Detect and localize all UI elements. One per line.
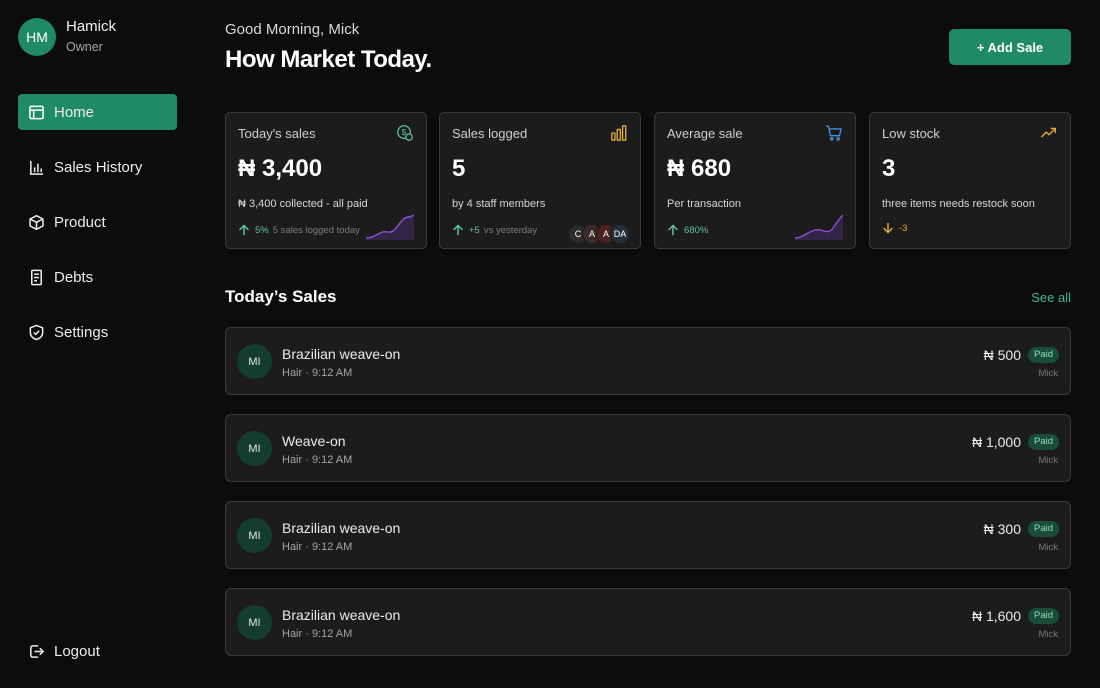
sidebar-item-sales-history[interactable]: Sales History <box>18 149 177 185</box>
sale-amount: ₦ 1,600 <box>971 608 1021 624</box>
arrow-up-icon <box>453 224 463 236</box>
user-profile[interactable]: HM Hamick Owner <box>18 18 116 56</box>
stat-card-title: Average sale <box>667 126 743 141</box>
avatar: HM <box>18 18 56 56</box>
sidebar: HM Hamick Owner Home Sales History Produ… <box>0 0 196 688</box>
sidebar-item-label: Sales History <box>54 158 143 176</box>
trend-value: +5 <box>469 224 480 236</box>
stat-card-subtitle: by 4 staff members <box>452 198 546 210</box>
money-icon: $ <box>397 125 413 141</box>
trend-value: -3 <box>899 222 908 234</box>
see-all-link[interactable]: See all <box>1031 290 1071 305</box>
shield-icon <box>29 324 44 340</box>
main-nav: Home Sales History Product Debts Setting… <box>18 94 177 369</box>
sale-meta: Hair · 9:12 AM <box>282 628 353 640</box>
greeting-text: Good Morning, Mick <box>225 21 360 38</box>
page-title: How Market Today. <box>225 46 432 73</box>
svg-text:$: $ <box>402 128 407 137</box>
sale-meta: Hair · 9:12 AM <box>282 367 353 379</box>
sidebar-item-label: Debts <box>54 268 94 286</box>
add-sale-button[interactable]: + Add Sale <box>949 29 1071 65</box>
logout-button[interactable]: Logout <box>18 633 177 669</box>
stat-card-trend: +5 vs yesterday <box>452 224 537 236</box>
sidebar-item-settings[interactable]: Settings <box>18 314 177 350</box>
sale-amount: ₦ 1,000 <box>971 434 1021 450</box>
stat-card-value: ₦ 3,400 <box>238 155 323 182</box>
stat-card-value: 5 <box>452 155 466 182</box>
staff-avatar: DA <box>610 224 630 244</box>
trend-value: 5% <box>255 224 269 236</box>
trend-note: vs yesterday <box>483 224 538 236</box>
sale-product-name: Brazilian weave-on <box>282 607 401 623</box>
stat-card-title: Low stock <box>882 126 940 141</box>
sale-product-name: Brazilian weave-on <box>282 520 401 536</box>
profile-name: Hamick <box>66 18 117 35</box>
status-badge: Paid <box>1027 521 1059 537</box>
stat-card-title: Today's sales <box>238 126 316 141</box>
stat-card-subtitle: three items needs restock soon <box>882 198 1035 210</box>
bar-chart-icon <box>611 125 627 141</box>
logout-icon <box>30 644 45 658</box>
sale-amount: ₦ 300 <box>983 521 1021 537</box>
sale-logged-by: Mick <box>1038 368 1058 379</box>
sale-row[interactable]: MI Brazilian weave-on Hair · 9:12 AM ₦ 5… <box>225 327 1071 395</box>
stat-card-value: 3 <box>882 155 896 182</box>
avatar: MI <box>237 344 272 379</box>
receipt-icon <box>31 269 42 285</box>
trend-value: 680% <box>684 224 709 236</box>
sparkline <box>366 214 414 240</box>
sale-meta: Hair · 9:12 AM <box>282 541 353 553</box>
box-icon <box>29 214 44 230</box>
trend-down-icon <box>1041 127 1057 138</box>
home-icon <box>29 105 44 119</box>
stat-card-value: ₦ 680 <box>667 155 732 182</box>
sale-meta: Hair · 9:12 AM <box>282 454 353 466</box>
sale-row[interactable]: MI Brazilian weave-on Hair · 9:12 AM ₦ 1… <box>225 588 1071 656</box>
sale-amount: ₦ 500 <box>983 347 1021 363</box>
staff-avatars: C A A DA <box>568 224 630 244</box>
arrow-down-icon <box>883 222 893 234</box>
cart-icon <box>825 125 842 141</box>
sale-logged-by: Mick <box>1038 629 1058 640</box>
stat-cards: Today's sales $ ₦ 3,400 ₦ 3,400 collecte… <box>225 112 1071 249</box>
sale-logged-by: Mick <box>1038 542 1058 553</box>
status-badge: Paid <box>1027 434 1059 450</box>
arrow-up-icon <box>668 224 678 236</box>
stat-card-low-stock[interactable]: Low stock 3 three items needs restock so… <box>869 112 1071 249</box>
stat-card-subtitle: ₦ 3,400 collected - all paid <box>238 198 368 210</box>
avatar: MI <box>237 605 272 640</box>
stat-card-trend: 680% <box>667 224 712 236</box>
bar-chart-icon <box>29 160 44 175</box>
profile-role: Owner <box>66 40 103 54</box>
arrow-up-icon <box>239 224 249 236</box>
sale-product-name: Brazilian weave-on <box>282 346 401 362</box>
sale-product-name: Weave-on <box>282 433 346 449</box>
stat-card-average-sale[interactable]: Average sale ₦ 680 Per transaction 680% <box>654 112 856 249</box>
sidebar-item-debts[interactable]: Debts <box>18 259 177 295</box>
sparkline <box>795 214 843 240</box>
trend-note: 5 sales logged today <box>272 224 360 236</box>
status-badge: Paid <box>1027 347 1059 363</box>
stat-card-trend: -3 <box>882 222 907 234</box>
stat-card-subtitle: Per transaction <box>667 198 741 210</box>
stat-card-todays-sales[interactable]: Today's sales $ ₦ 3,400 ₦ 3,400 collecte… <box>225 112 427 249</box>
avatar: MI <box>237 431 272 466</box>
section-title: Today’s Sales <box>225 287 337 306</box>
sale-logged-by: Mick <box>1038 455 1058 466</box>
sidebar-item-label: Settings <box>54 323 109 341</box>
status-badge: Paid <box>1027 608 1059 624</box>
sidebar-item-home[interactable]: Home <box>18 94 177 130</box>
sale-row[interactable]: MI Brazilian weave-on Hair · 9:12 AM ₦ 3… <box>225 501 1071 569</box>
stat-card-sales-logged[interactable]: Sales logged 5 by 4 staff members +5 vs … <box>439 112 641 249</box>
sale-row[interactable]: MI Weave-on Hair · 9:12 AM ₦ 1,000 Paid … <box>225 414 1071 482</box>
sidebar-item-label: Product <box>54 213 106 231</box>
stat-card-trend: 5% 5 sales logged today <box>238 224 360 236</box>
sidebar-item-label: Home <box>54 103 95 121</box>
logout-label: Logout <box>54 642 100 660</box>
stat-card-title: Sales logged <box>452 126 528 141</box>
avatar: MI <box>237 518 272 553</box>
sidebar-item-product[interactable]: Product <box>18 204 177 240</box>
